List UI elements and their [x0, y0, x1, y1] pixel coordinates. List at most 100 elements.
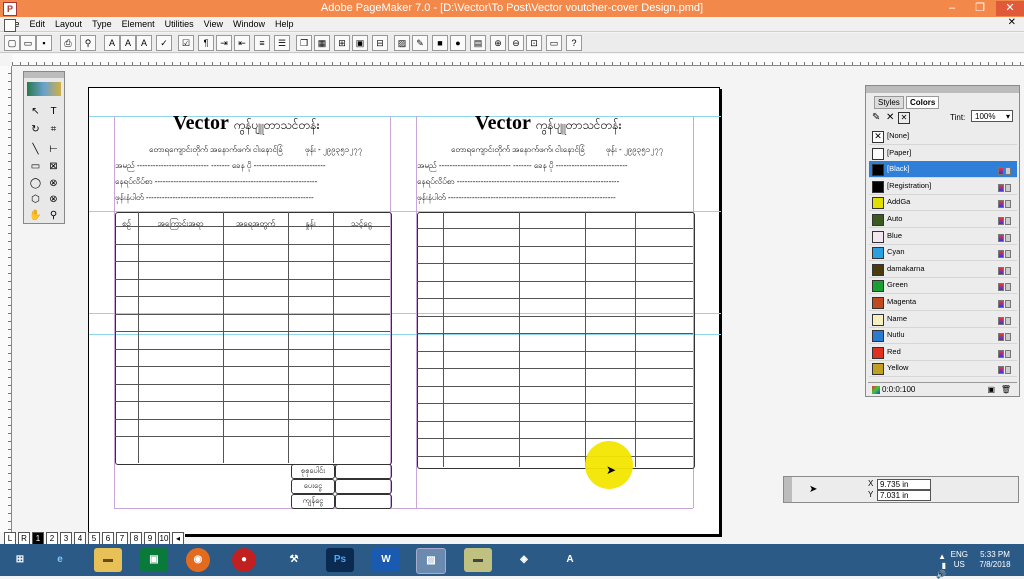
color-swatch-row[interactable]: Yellow	[869, 360, 1017, 378]
color-swatch-row[interactable]: Magenta	[869, 294, 1017, 311]
new-icon[interactable]: ▢	[4, 35, 20, 51]
dictionary-icon[interactable]: A	[556, 548, 584, 572]
color-swatch-row[interactable]: damakarna	[869, 261, 1017, 278]
tools-icon[interactable]: ⚒	[280, 548, 308, 572]
color-swatch-row[interactable]: AddGa	[869, 194, 1017, 212]
control-handle[interactable]	[784, 477, 792, 502]
ellipse-frame-tool-icon[interactable]: ⊗	[45, 176, 62, 192]
minimize-icon[interactable]: –	[938, 1, 966, 16]
items-table[interactable]	[417, 212, 695, 469]
spell-icon[interactable]: ✓	[156, 35, 172, 51]
media-player-icon[interactable]: ●	[232, 548, 256, 572]
align-icon[interactable]: ≡	[254, 35, 270, 51]
balance-value-box[interactable]	[335, 494, 392, 509]
globe-icon[interactable]: ●	[450, 35, 466, 51]
find-icon[interactable]: ⚲	[80, 35, 96, 51]
layers-icon[interactable]: ▤	[470, 35, 486, 51]
total-value-box[interactable]	[335, 464, 392, 479]
tabs-icon[interactable]: ⇤	[234, 35, 250, 51]
palette-titlebar[interactable]	[866, 86, 1019, 93]
list-icon[interactable]: ☰	[274, 35, 290, 51]
menu-utilities[interactable]: Utilities	[160, 17, 199, 32]
trash-icon[interactable]: 🗑	[1001, 383, 1011, 396]
menu-type[interactable]: Type	[87, 17, 117, 32]
polygon-tool-icon[interactable]: ⬡	[27, 192, 44, 208]
constrained-line-tool-icon[interactable]: ⊢	[45, 142, 62, 158]
color-swatch-row[interactable]: Nutlu	[869, 327, 1017, 345]
rectangle-frame-tool-icon[interactable]: ⊠	[45, 159, 62, 175]
menu-edit[interactable]: Edit	[25, 17, 51, 32]
toolbox-titlebar[interactable]	[24, 72, 64, 78]
color-swatch-row[interactable]: Green	[869, 277, 1017, 295]
save-icon[interactable]: ▪	[36, 35, 52, 51]
color-swatch-row[interactable]: [Paper]	[869, 145, 1017, 162]
actual-size-icon[interactable]: ⊡	[526, 35, 542, 51]
store-icon[interactable]: ▣	[140, 548, 168, 572]
tab-styles[interactable]: Styles	[874, 96, 904, 109]
pagemaker-task-icon[interactable]: ▨	[416, 548, 446, 574]
group-icon[interactable]: ⊟	[372, 35, 388, 51]
language-indicator[interactable]: ENG US	[951, 550, 968, 570]
app-task-icon[interactable]: ◈	[510, 548, 538, 572]
stroke-icon[interactable]: ✎	[872, 112, 880, 123]
zoom-tool-icon[interactable]: ⚲	[45, 208, 62, 224]
polygon-frame-tool-icon[interactable]: ⊗	[45, 192, 62, 208]
windows-start-icon[interactable]: ⊞	[6, 548, 34, 572]
fill-stroke-icon[interactable]: ✕	[898, 112, 910, 124]
clock[interactable]: 5:33 PM 7/8/2018	[974, 550, 1016, 570]
proxy-pointer-icon[interactable]: ➤	[809, 484, 817, 495]
line-tool-icon[interactable]: ╲	[27, 142, 44, 158]
zoom-in-icon[interactable]: ⊕	[490, 35, 506, 51]
paid-value-box[interactable]	[335, 479, 392, 494]
color-swatch-row[interactable]: Auto	[869, 211, 1017, 228]
document-icon[interactable]	[4, 19, 16, 32]
rectangle-tool-icon[interactable]: ▭	[27, 159, 44, 175]
file-explorer-icon[interactable]: ▬	[94, 548, 122, 572]
close-icon[interactable]: ✕	[996, 1, 1024, 16]
firefox-icon[interactable]: ◉	[186, 548, 210, 572]
y-position-field[interactable]: 7.031 in	[877, 490, 931, 501]
notes-icon[interactable]: ▬	[464, 548, 492, 572]
word-icon[interactable]: W	[372, 548, 400, 572]
color-swatch-row[interactable]: Red	[869, 344, 1017, 361]
color-swatch-row[interactable]: Blue	[869, 228, 1017, 245]
ellipse-tool-icon[interactable]: ◯	[27, 176, 44, 192]
x-position-field[interactable]: 9.735 in	[877, 479, 931, 490]
menu-window[interactable]: Window	[228, 17, 270, 32]
menu-view[interactable]: View	[199, 17, 228, 32]
paste-icon[interactable]: ▦	[314, 35, 330, 51]
color-swatch-row[interactable]: ✕ [None]	[869, 128, 1017, 145]
tint-select[interactable]: 100% ▾	[971, 110, 1013, 122]
paragraph-icon[interactable]: ¶	[198, 35, 214, 51]
image-icon[interactable]: ▣	[352, 35, 368, 51]
menu-element[interactable]: Element	[117, 17, 160, 32]
hand-tool-icon[interactable]: ✋	[27, 208, 44, 224]
doc-close-icon[interactable]: ✕	[1008, 17, 1016, 28]
menu-layout[interactable]: Layout	[50, 17, 87, 32]
style-icon[interactable]: ☑	[178, 35, 194, 51]
restore-icon[interactable]: ❐	[966, 1, 994, 16]
vertical-ruler[interactable]	[0, 66, 12, 532]
pointer-tool-icon[interactable]: ↖	[27, 104, 44, 120]
horizontal-ruler[interactable]	[12, 54, 1024, 66]
font-icon[interactable]: A	[104, 35, 120, 51]
edit-icon[interactable]: ✎	[412, 35, 428, 51]
rotate-tool-icon[interactable]: ↻	[27, 122, 44, 138]
place-icon[interactable]: ▨	[394, 35, 410, 51]
color-icon[interactable]: ■	[432, 35, 448, 51]
tray-icons[interactable]: ▲ ▮ 🔊	[936, 552, 946, 579]
color-swatch-row[interactable]: [Black]	[869, 161, 1017, 179]
print-icon[interactable]: ⎙	[60, 35, 76, 51]
color-swatch-row[interactable]: [Registration]	[869, 178, 1017, 195]
tab-colors[interactable]: Colors	[906, 96, 940, 109]
new-color-icon[interactable]: ▣	[987, 383, 995, 396]
fit-icon[interactable]: ▭	[546, 35, 562, 51]
frame-icon[interactable]: ⊞	[334, 35, 350, 51]
zoom-out-icon[interactable]: ⊖	[508, 35, 524, 51]
crop-tool-icon[interactable]: ⌗	[45, 122, 62, 138]
open-icon[interactable]: ▭	[20, 35, 36, 51]
help-icon[interactable]: ?	[566, 35, 582, 51]
text-tool-icon[interactable]: T	[45, 104, 62, 120]
internet-explorer-icon[interactable]: e	[46, 548, 74, 572]
indent-icon[interactable]: ⇥	[216, 35, 232, 51]
